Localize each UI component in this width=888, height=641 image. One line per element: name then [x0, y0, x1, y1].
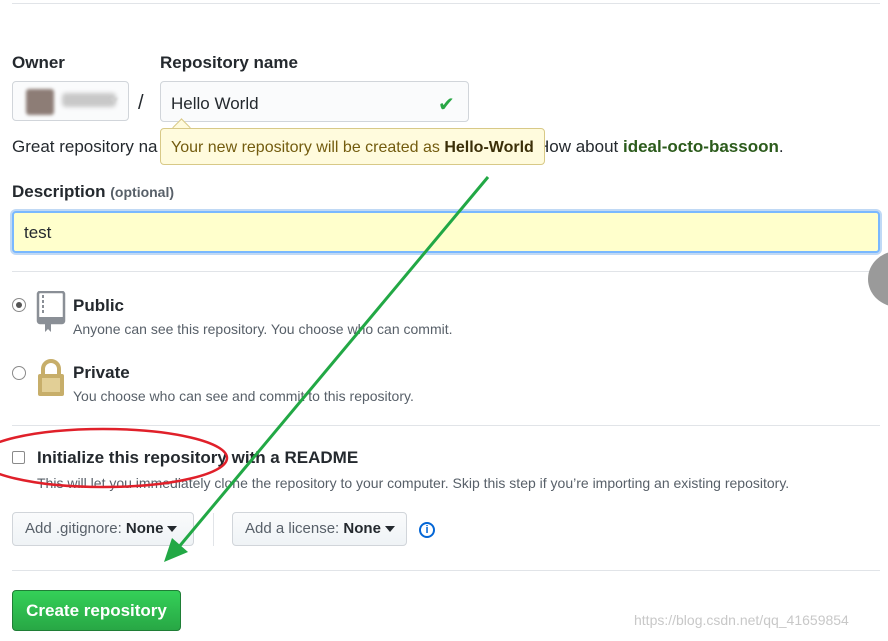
hint-prefix: Great repository na — [12, 137, 158, 156]
gitignore-select[interactable]: Add .gitignore: None — [12, 512, 194, 546]
public-title[interactable]: Public — [73, 296, 124, 316]
hint-suggestion-prefix: How about — [537, 137, 623, 156]
suggested-name-link[interactable]: ideal-octo-bassoon — [623, 137, 779, 156]
owner-avatar — [26, 89, 54, 115]
repo-name-suggestion: How about ideal-octo-bassoon. — [537, 137, 784, 157]
description-label: Description (optional) — [12, 182, 174, 202]
license-caret-icon — [384, 526, 395, 533]
private-note: You choose who can see and commit to thi… — [73, 388, 414, 404]
create-repository-button[interactable]: Create repository — [12, 590, 181, 631]
info-icon[interactable]: i — [419, 522, 435, 538]
tooltip-text: Your new repository will be created as — [171, 139, 445, 156]
side-scroll-handle[interactable] — [868, 251, 888, 307]
readme-note: This will let you immediately clone the … — [37, 475, 790, 491]
public-note: Anyone can see this repository. You choo… — [73, 321, 453, 337]
readme-checkbox[interactable] — [12, 451, 25, 464]
owner-label: Owner — [12, 53, 65, 72]
divider-visibility — [12, 271, 880, 272]
gitignore-key: Add .gitignore: — [25, 520, 122, 537]
private-title[interactable]: Private — [73, 363, 130, 383]
license-value: None — [343, 520, 381, 537]
gitignore-value: None — [125, 520, 164, 537]
gitignore-caret-icon — [167, 526, 178, 533]
description-optional: (optional) — [110, 184, 175, 200]
top-divider — [12, 3, 880, 4]
license-select[interactable]: Add a license: None — [232, 512, 407, 546]
private-radio[interactable] — [12, 366, 26, 380]
repo-name-hint: Great repository na — [12, 137, 158, 157]
repo-icon — [36, 290, 66, 333]
repo-name-tooltip: Your new repository will be created as H… — [160, 128, 545, 165]
description-label-text: Description — [12, 182, 106, 201]
readme-title[interactable]: Initialize this repository with a README — [37, 448, 358, 468]
select-separator — [213, 513, 214, 546]
watermark: https://blog.csdn.net/qq_41659854 — [634, 612, 849, 628]
owner-repo-separator: / — [138, 92, 144, 114]
repo-name-label: Repository name — [160, 53, 298, 72]
repo-name-input[interactable]: Hello World — [160, 81, 469, 122]
owner-name-blurred — [62, 93, 116, 107]
owner-caret-icon — [110, 98, 118, 103]
license-key: Add a license: — [245, 520, 340, 537]
public-radio[interactable] — [12, 298, 26, 312]
lock-icon — [36, 358, 66, 398]
description-input[interactable]: test — [12, 211, 880, 253]
hint-suffix: . — [778, 137, 784, 156]
check-icon: ✔ — [438, 94, 455, 116]
divider-submit — [12, 570, 880, 571]
divider-init — [12, 425, 880, 426]
tooltip-repo-name: Hello-World — [444, 139, 534, 156]
